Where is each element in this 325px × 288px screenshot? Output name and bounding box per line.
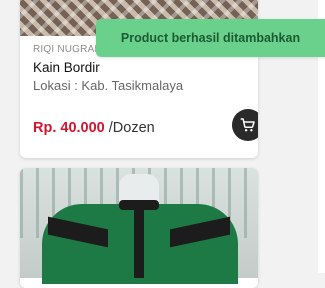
cart-icon [240, 118, 255, 132]
toast-notification: Product berhasil ditambahkan [96, 19, 325, 57]
product-price: Rp. 40.000 [33, 120, 105, 136]
toast-message: Product berhasil ditambahkan [120, 31, 301, 45]
price-row: Rp. 40.000 /Dozen [33, 120, 155, 136]
product-title[interactable]: Kain Bordir [33, 60, 100, 75]
price-unit: /Dozen [108, 120, 155, 136]
shirt-placket [134, 208, 144, 278]
add-to-cart-button[interactable] [232, 109, 258, 141]
product-card-shirt[interactable] [20, 168, 258, 288]
product-location: Lokasi : Kab. Tasikmalaya [33, 78, 184, 93]
